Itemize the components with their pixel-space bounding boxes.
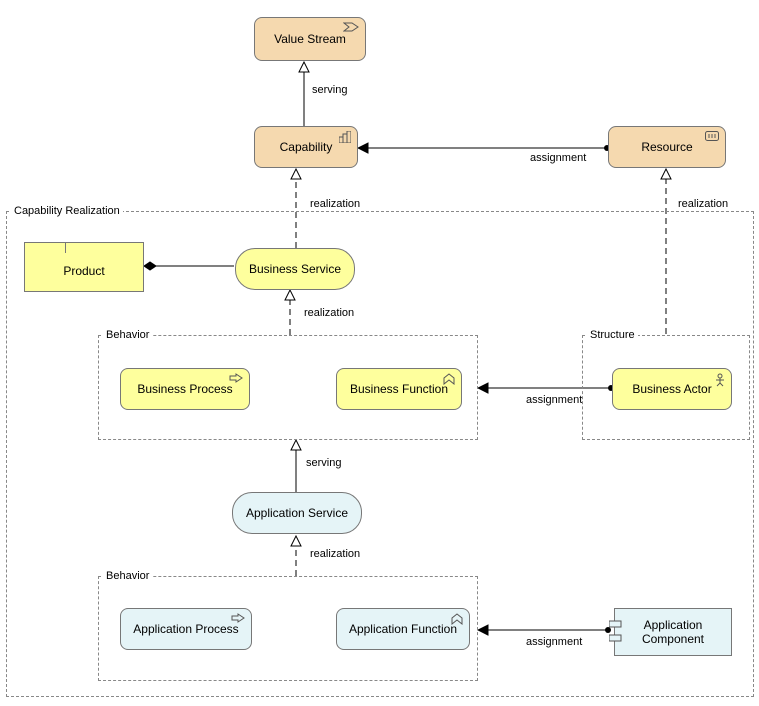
- value-stream-label: Value Stream: [274, 32, 346, 46]
- capability-node[interactable]: Capability: [254, 126, 358, 168]
- resource-node[interactable]: Resource: [608, 126, 726, 168]
- application-component-label: Application Component: [642, 618, 704, 647]
- business-service-label: Business Service: [249, 262, 341, 276]
- process-icon: [231, 613, 245, 623]
- behavior-group-1-label: Behavior: [103, 329, 152, 341]
- resource-label: Resource: [641, 140, 692, 154]
- application-function-node[interactable]: Application Function: [336, 608, 470, 650]
- business-function-label: Business Function: [350, 382, 448, 396]
- product-node[interactable]: Product: [24, 242, 144, 292]
- serving-label-1: serving: [310, 84, 349, 96]
- business-actor-node[interactable]: Business Actor: [612, 368, 732, 410]
- realization-label-2: realization: [676, 198, 730, 210]
- capability-icon: [339, 131, 351, 143]
- process-icon: [229, 373, 243, 383]
- business-process-label: Business Process: [137, 382, 232, 396]
- capability-label: Capability: [280, 140, 333, 154]
- product-tab-icon: [24, 242, 66, 253]
- component-icon: [609, 619, 623, 647]
- application-component-node[interactable]: Application Component: [614, 608, 732, 656]
- behavior-group-2-label: Behavior: [103, 570, 152, 582]
- application-process-node[interactable]: Application Process: [120, 608, 252, 650]
- function-icon: [443, 373, 455, 385]
- product-label: Product: [63, 256, 104, 278]
- application-function-label: Application Function: [349, 622, 457, 636]
- value-stream-icon: [343, 22, 359, 32]
- actor-icon: [715, 373, 725, 387]
- application-service-label: Application Service: [246, 506, 348, 520]
- assignment-label-1: assignment: [528, 152, 588, 164]
- application-process-label: Application Process: [133, 622, 238, 636]
- value-stream-node[interactable]: Value Stream: [254, 17, 366, 61]
- structure-group-label: Structure: [587, 329, 638, 341]
- resource-icon: [705, 131, 719, 141]
- business-function-node[interactable]: Business Function: [336, 368, 462, 410]
- capability-realization-group-label: Capability Realization: [11, 205, 123, 217]
- function-icon: [451, 613, 463, 625]
- application-service-node[interactable]: Application Service: [232, 492, 362, 534]
- business-actor-label: Business Actor: [632, 382, 711, 396]
- business-service-node[interactable]: Business Service: [235, 248, 355, 290]
- realization-label-1: realization: [308, 198, 362, 210]
- business-process-node[interactable]: Business Process: [120, 368, 250, 410]
